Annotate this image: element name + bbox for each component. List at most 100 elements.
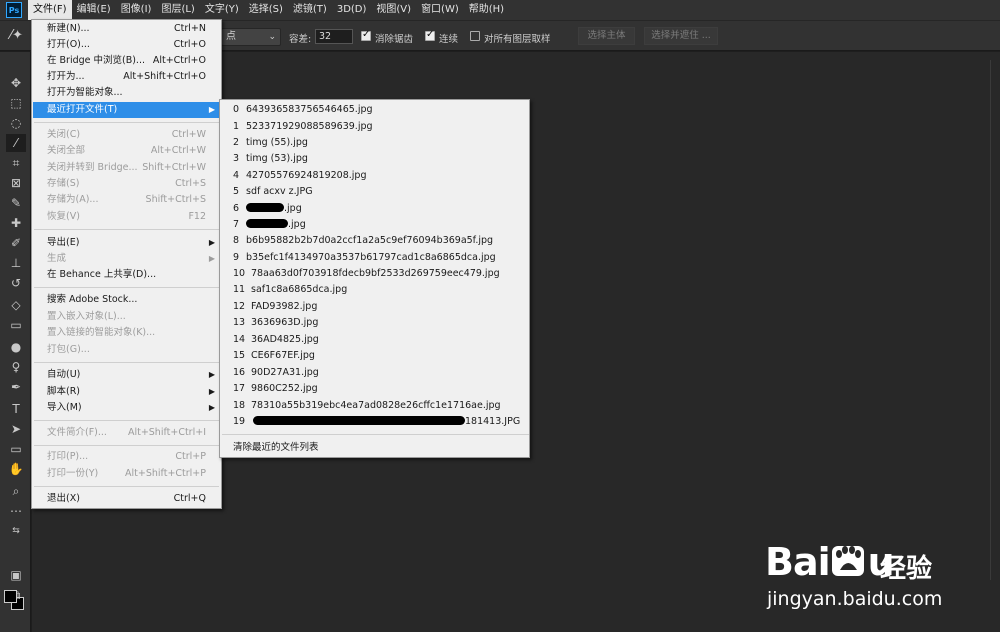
menu-item-package[interactable]: 打包(G)...: [33, 342, 220, 358]
magic-wand-icon[interactable]: ⁄✦: [10, 28, 28, 46]
clone-stamp-icon[interactable]: ⊥: [6, 254, 26, 272]
recent-file-item[interactable]: 18 78310a55b319ebc4ea7ad0828e26cffc1e1716…: [221, 398, 528, 414]
quick-mask-icon[interactable]: ▣: [6, 566, 26, 584]
menu-item-browse-bridge[interactable]: 在 Bridge 中浏览(B)... Alt+Ctrl+O: [33, 53, 220, 69]
menu-item-automate[interactable]: 自动(U) ▶: [33, 367, 220, 383]
recent-file-item[interactable]: 0 643936583756546465.jpg: [221, 102, 528, 118]
path-selection-icon[interactable]: ➤: [6, 420, 26, 438]
select-subject-button[interactable]: 选择主体: [578, 27, 635, 45]
crop-tool-icon[interactable]: ⌗: [6, 154, 26, 172]
pen-tool-icon[interactable]: ✒: [6, 378, 26, 396]
recent-file-item[interactable]: 14 36AD4825.jpg: [221, 332, 528, 348]
menu-separator: [34, 486, 219, 487]
menu-item-place-embedded[interactable]: 置入嵌入对象(L)...: [33, 309, 220, 325]
gradient-tool-icon[interactable]: ▭: [6, 316, 26, 334]
type-tool-icon[interactable]: T: [6, 400, 26, 418]
tolerance-label: 容差:: [289, 34, 312, 45]
dodge-tool-icon[interactable]: ♀: [6, 358, 26, 376]
more-tools-icon[interactable]: ⋯: [6, 502, 26, 520]
recent-file-item[interactable]: 4 42705576924819208.jpg: [221, 168, 528, 184]
redaction-mark: [253, 416, 465, 425]
swap-colors-icon[interactable]: ⇆: [6, 522, 26, 540]
recent-file-item[interactable]: 12 FAD93982.jpg: [221, 299, 528, 315]
recent-file-item[interactable]: 19 181413.JPG: [221, 414, 528, 430]
menu-item-file-info[interactable]: 文件简介(F)... Alt+Shift+Ctrl+I: [33, 425, 220, 441]
menu-file[interactable]: 文件(F): [28, 0, 72, 20]
all-layers-checkbox[interactable]: [470, 31, 480, 41]
menu-3d[interactable]: 3D(D): [332, 0, 372, 20]
menu-item-place-linked[interactable]: 置入链接的智能对象(K)...: [33, 325, 220, 341]
menu-item-revert[interactable]: 恢复(V) F12: [33, 209, 220, 225]
menu-layer[interactable]: 图层(L): [156, 0, 199, 20]
recent-file-item[interactable]: 13 3636963D.jpg: [221, 315, 528, 331]
menu-item-save-as[interactable]: 存储为(A)... Shift+Ctrl+S: [33, 192, 220, 208]
menu-select[interactable]: 选择(S): [244, 0, 288, 20]
recent-file-item[interactable]: 6 .jpg: [221, 201, 528, 217]
eraser-tool-icon[interactable]: ◇: [6, 296, 26, 314]
menu-image[interactable]: 图像(I): [116, 0, 157, 20]
menu-item-save[interactable]: 存储(S) Ctrl+S: [33, 176, 220, 192]
watermark-brand-cn: 经验: [880, 554, 933, 584]
recent-file-item[interactable]: 16 90D27A31.jpg: [221, 365, 528, 381]
antialias-checkbox[interactable]: [361, 29, 371, 41]
menu-item-close[interactable]: 关闭(C) Ctrl+W: [33, 127, 220, 143]
menu-item-generate[interactable]: 生成 ▶: [33, 251, 220, 267]
menu-item-import[interactable]: 导入(M) ▶: [33, 400, 220, 416]
hand-tool-icon[interactable]: ✋: [6, 460, 26, 478]
menu-item-new[interactable]: 新建(N)... Ctrl+N: [33, 21, 220, 37]
rectangle-tool-icon[interactable]: ▭: [6, 440, 26, 458]
recent-file-item[interactable]: 5 sdf acxv z.JPG: [221, 184, 528, 200]
menu-item-open-smart-object[interactable]: 打开为智能对象...: [33, 85, 220, 101]
recent-file-item[interactable]: 15 CE6F67EF.jpg: [221, 348, 528, 364]
recent-file-item[interactable]: 1 523371929088589639.jpg: [221, 119, 528, 135]
recent-file-item[interactable]: 3 timg (53).jpg: [221, 151, 528, 167]
menu-edit[interactable]: 编辑(E): [72, 0, 116, 20]
menu-help[interactable]: 帮助(H): [464, 0, 509, 20]
brush-tool-icon[interactable]: ✐: [6, 234, 26, 252]
eyedropper-tool-icon[interactable]: ✎: [6, 194, 26, 212]
menu-item-export[interactable]: 导出(E) ▶: [33, 235, 220, 251]
menu-item-search-adobe-stock[interactable]: 搜索 Adobe Stock...: [33, 292, 220, 308]
sample-size-select[interactable]: 点 ⌄: [221, 28, 281, 46]
zoom-tool-icon[interactable]: ⌕: [6, 482, 26, 500]
move-tool-icon[interactable]: ✥: [6, 74, 26, 92]
submenu-arrow-icon: ▶: [208, 370, 215, 379]
menu-item-scripts[interactable]: 脚本(R) ▶: [33, 384, 220, 400]
select-and-mask-button[interactable]: 选择并遮住 ...: [644, 27, 718, 45]
contiguous-checkbox[interactable]: [425, 29, 435, 41]
recent-file-item[interactable]: 7 .jpg: [221, 217, 528, 233]
menu-item-share-behance[interactable]: 在 Behance 上共享(D)...: [33, 267, 220, 283]
menu-item-open-recent[interactable]: 最近打开文件(T) ▶: [33, 102, 220, 118]
clear-recent-files-item[interactable]: 清除最近的文件列表: [221, 440, 528, 456]
menu-item-open-as[interactable]: 打开为... Alt+Shift+Ctrl+O: [33, 69, 220, 85]
magic-wand-tool-icon[interactable]: ⁄: [6, 134, 26, 152]
blur-tool-icon[interactable]: ●: [6, 338, 26, 356]
lasso-tool-icon[interactable]: ◌: [6, 114, 26, 132]
menu-item-close-all[interactable]: 关闭全部 Alt+Ctrl+W: [33, 143, 220, 159]
menu-item-close-go-bridge[interactable]: 关闭并转到 Bridge... Shift+Ctrl+W: [33, 160, 220, 176]
recent-file-item[interactable]: 8 b6b95882b2b7d0a2ccf1a2a5c9ef76094b369a5…: [221, 233, 528, 249]
history-brush-icon[interactable]: ↺: [6, 274, 26, 292]
menu-view[interactable]: 视图(V): [371, 0, 416, 20]
menu-window[interactable]: 窗口(W): [416, 0, 464, 20]
menu-item-exit[interactable]: 退出(X) Ctrl+Q: [33, 491, 220, 507]
watermark-brand: Bai u: [765, 540, 895, 584]
menu-filter[interactable]: 滤镜(T): [288, 0, 332, 20]
frame-tool-icon[interactable]: ⊠: [6, 174, 26, 192]
recent-file-item[interactable]: 10 78aa63d0f703918fdecb9bf2533d269759eec4…: [221, 266, 528, 282]
recent-file-item[interactable]: 11 saf1c8a6865dca.jpg: [221, 282, 528, 298]
marquee-tool-icon[interactable]: ⬚: [6, 94, 26, 112]
recent-file-item[interactable]: 17 9860C252.jpg: [221, 381, 528, 397]
tolerance-input[interactable]: 32: [315, 29, 353, 44]
healing-brush-icon[interactable]: ✚: [6, 214, 26, 232]
menu-type[interactable]: 文字(Y): [200, 0, 244, 20]
contiguous-label: 连续: [439, 34, 459, 45]
recent-file-item[interactable]: 2 timg (55).jpg: [221, 135, 528, 151]
recent-file-item[interactable]: 9 b35efc1f4134970a3537b61797cad1c8a6865dc…: [221, 250, 528, 266]
menu-item-open[interactable]: 打开(O)... Ctrl+O: [33, 37, 220, 53]
foreground-color-swatch[interactable]: [4, 590, 17, 603]
menu-item-print[interactable]: 打印(P)... Ctrl+P: [33, 449, 220, 465]
menu-item-print-one-copy[interactable]: 打印一份(Y) Alt+Shift+Ctrl+P: [33, 466, 220, 482]
redaction-mark: [246, 203, 284, 212]
menu-separator: [34, 287, 219, 288]
